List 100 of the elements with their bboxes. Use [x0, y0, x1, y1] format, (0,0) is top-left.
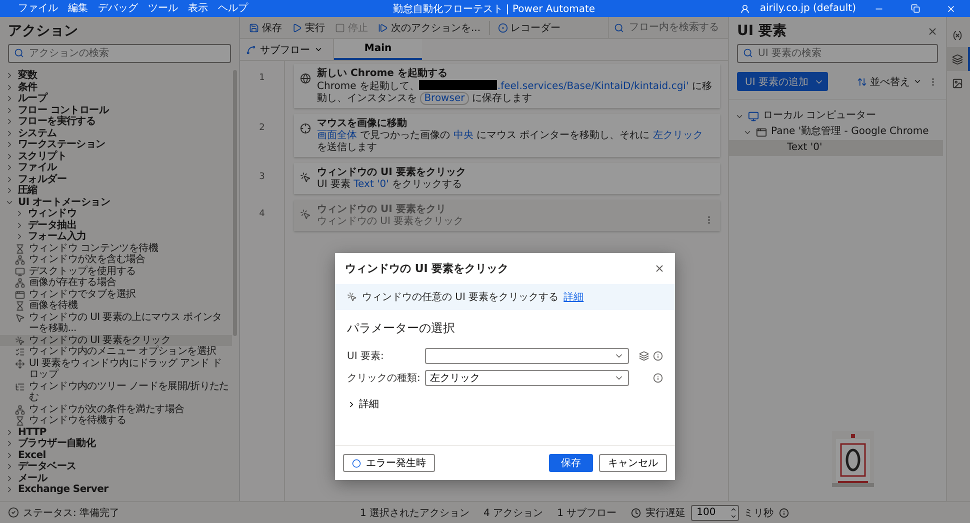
window-title: 勤怠自動化フローテスト | Power Automate [392, 2, 596, 16]
tree-item[interactable]: ローカル コンピューター [729, 108, 943, 124]
close-button[interactable] [654, 263, 665, 274]
status-text: ステータス: 準備完了 [23, 506, 120, 520]
toolbar-button[interactable]: 次のアクションを... [373, 18, 486, 38]
panel-title: アクション [7, 22, 79, 41]
category-item[interactable]: フォーム入力 [0, 231, 232, 242]
menu-item[interactable]: 表示 [188, 0, 208, 17]
delay-label: 実行遅延 [646, 506, 686, 520]
step-card[interactable]: ウィンドウの UI 要素をクリ ウィンドウの UI 要素をクリック [294, 200, 720, 231]
close-icon [654, 263, 665, 274]
category-item[interactable]: 変数 [0, 70, 232, 82]
action-item[interactable]: ウィンドウ コンテンツを待機 [0, 242, 232, 254]
dialog-title: ウィンドウの UI 要素をクリック [345, 261, 509, 276]
step-description: ウィンドウの UI 要素をクリック [317, 216, 465, 228]
category-item[interactable]: UI オートメーション [0, 196, 232, 208]
category-item[interactable]: ブラウザー自動化 [0, 438, 232, 450]
on-error-button[interactable]: エラー発生時 [343, 454, 435, 472]
category-item[interactable]: 条件 [0, 82, 232, 93]
step-description: 画面全体 で見つかった画像の 中央 にマウス ポインターを移動し、それに 左クリック を送信します [317, 130, 704, 154]
save-button[interactable]: 保存 [549, 454, 593, 472]
side-tab[interactable] [947, 47, 970, 71]
step-icon [378, 22, 388, 32]
dropdown-field[interactable] [425, 348, 629, 364]
account-name: airily.co.jp (default) [760, 3, 856, 14]
add-element-button[interactable]: UI 要素の追加 [737, 72, 828, 91]
toolbar-button[interactable]: 実行 [287, 18, 330, 38]
action-item[interactable]: ウィンドウの UI 要素の上にマウス ポインターを移動... [0, 312, 232, 334]
menu-item[interactable]: 編集 [68, 0, 88, 17]
category-item[interactable]: メール [0, 472, 232, 484]
hourglass-icon [15, 244, 25, 254]
search-icon [14, 48, 24, 58]
action-item[interactable]: ウィンドウ内のツリー ノードを展開/折りたたむ [0, 380, 232, 404]
hourglass-icon [15, 416, 25, 426]
dropdown-field[interactable]: 左クリック [425, 370, 629, 386]
action-item[interactable]: 画像を待機 [0, 300, 232, 312]
menu-item[interactable]: ヘルプ [218, 0, 248, 17]
branch-icon [15, 278, 25, 288]
action-item[interactable]: ウィンドウが次を含む場合 [0, 254, 232, 266]
category-item[interactable]: フロー コントロール [0, 104, 232, 116]
action-item[interactable]: UI 要素をウィンドウ内にドラッグ アンド ドロップ [0, 358, 232, 380]
sort-button[interactable]: 並べ替え [857, 74, 922, 88]
action-item[interactable]: ウィンドウの UI 要素をクリック [0, 334, 232, 346]
action-item[interactable]: デスクトップを使用する [0, 266, 232, 277]
move-icon [15, 358, 25, 368]
flow-tab[interactable]: Main [334, 39, 422, 60]
layers-icon [639, 351, 649, 361]
advanced-toggle[interactable]: 詳細 [335, 389, 675, 445]
category-item[interactable]: フォルダー [0, 174, 232, 185]
info-icon [653, 373, 663, 383]
action-item[interactable]: ウィンドウ内のメニュー オプションを選択 [0, 346, 232, 358]
line-number: 3 [258, 171, 266, 184]
pointer-icon [15, 312, 25, 322]
window-icon [756, 126, 767, 138]
monitor-icon [15, 266, 25, 276]
category-item[interactable]: ループ [0, 93, 232, 104]
toolbar-button[interactable]: レコーダー [492, 18, 566, 38]
tree-icon [15, 382, 25, 392]
toolbar-button[interactable]: 保存 [244, 18, 287, 38]
step-title: 新しい Chrome を起動する [317, 67, 448, 80]
menu-item[interactable]: ファイル [18, 0, 58, 17]
cancel-button[interactable]: キャンセル [599, 454, 667, 472]
step-title: ウィンドウの UI 要素をクリ [317, 203, 447, 216]
action-item[interactable]: ウィンドウを待機する [0, 415, 232, 426]
category-item[interactable]: ファイル [0, 162, 232, 174]
action-item[interactable]: ウィンドウが次の条件を満たす場合 [0, 404, 232, 415]
close-button[interactable] [927, 26, 938, 36]
tree-item[interactable]: Pane '勤怠管理 - Google Chrome [729, 124, 943, 140]
subflow-count: 1 サブフロー [557, 506, 617, 520]
step-card[interactable]: マウスを画像に移動 画面全体 で見つかった画像の 中央 にマウス ポインターを移動し、それに 左クリック を送信します [294, 114, 720, 157]
details-link[interactable]: 詳細 [564, 290, 584, 304]
delay-field[interactable]: 100 [690, 504, 739, 520]
category-item[interactable]: ワークステーション [0, 139, 232, 150]
clock-icon [630, 508, 641, 518]
search-field[interactable]: UI 要素の検索 [737, 44, 938, 63]
category-item[interactable]: システム [0, 128, 232, 139]
sort-icon [857, 76, 867, 86]
search-field[interactable]: アクションの検索 [8, 44, 231, 63]
click-icon [347, 292, 357, 302]
category-item[interactable]: Excel [0, 450, 232, 461]
tree-item[interactable]: Text '0' [729, 140, 943, 156]
action-item[interactable]: 画像が存在する場合 [0, 277, 232, 288]
close-icon [946, 4, 956, 14]
info-icon [778, 508, 789, 518]
category-item[interactable]: ウィンドウ [0, 208, 232, 220]
category-item[interactable]: フローを実行する [0, 116, 232, 128]
category-item[interactable]: スクリプト [0, 150, 232, 162]
category-item[interactable]: Exchange Server [0, 484, 232, 496]
click-icon [300, 172, 311, 183]
menu-item[interactable]: ツール [148, 0, 178, 17]
spinner-icon [730, 506, 737, 520]
action-item[interactable]: ウィンドウでタブを選択 [0, 288, 232, 300]
branch-icon [15, 255, 25, 265]
category-item[interactable]: データベース [0, 461, 232, 472]
step-card[interactable]: 新しい Chrome を起動する Chrome を起動して、 .feel.services/Base/KintaiD/kintaid.cgi' に移動し、インスタンスを Browser に保存します [294, 64, 720, 108]
category-item[interactable]: 圧縮 [0, 185, 232, 196]
menu-item[interactable]: デバッグ [98, 0, 138, 17]
category-item[interactable]: データ抽出 [0, 220, 232, 231]
step-card[interactable]: ウィンドウの UI 要素をクリック UI 要素 Text '0' をクリックする [294, 163, 720, 194]
category-item[interactable]: HTTP [0, 426, 232, 438]
